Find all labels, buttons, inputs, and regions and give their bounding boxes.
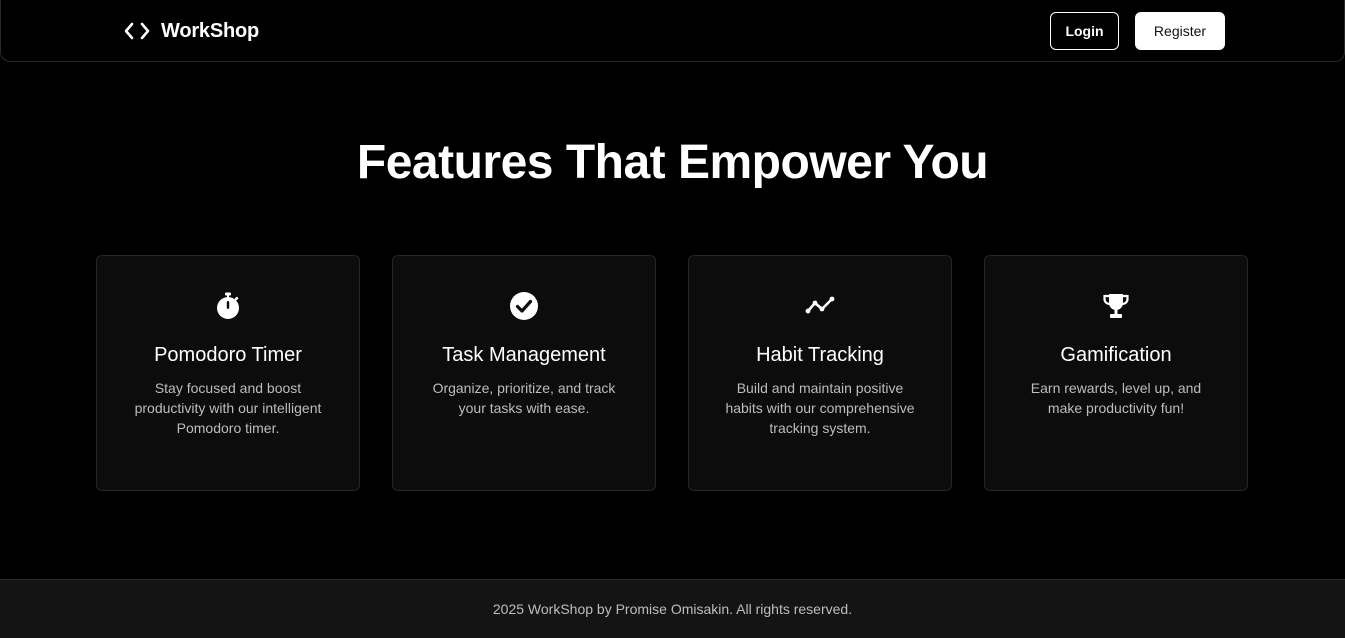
copyright-text: 2025 WorkShop by Promise Omisakin. All r… — [492, 601, 853, 617]
feature-card-habit-tracking: Habit Tracking Build and maintain positi… — [688, 255, 952, 491]
feature-description: Earn rewards, level up, and make product… — [1030, 380, 1202, 416]
trophy-icon — [985, 290, 1247, 322]
navbar: WorkShop Login Register — [0, 0, 1345, 62]
feature-card-task-management: Task Management Organize, prioritize, an… — [392, 255, 656, 491]
feature-description: Organize, prioritize, and track your tas… — [432, 380, 616, 416]
feature-title: Task Management — [442, 344, 606, 366]
brand-logo-link[interactable]: WorkShop — [123, 19, 259, 43]
feature-card-gamification: Gamification Earn rewards, level up, and… — [984, 255, 1248, 491]
code-brackets-icon — [124, 22, 150, 40]
footer: 2025 WorkShop by Promise Omisakin. All r… — [0, 579, 1345, 638]
feature-card-pomodoro: Pomodoro Timer Stay focused and boost pr… — [96, 255, 360, 491]
feature-title: Habit Tracking — [756, 344, 884, 366]
check-circle-icon — [393, 290, 655, 322]
trend-line-icon — [689, 290, 951, 322]
page-title: Features That Empower You — [356, 136, 989, 189]
feature-title: Gamification — [1060, 344, 1172, 366]
feature-description: Stay focused and boost productivity with… — [134, 380, 322, 436]
register-button[interactable]: Register — [1135, 12, 1225, 50]
feature-description: Build and maintain positive habits with … — [725, 380, 915, 436]
login-button[interactable]: Login — [1050, 12, 1119, 50]
feature-title: Pomodoro Timer — [154, 344, 302, 366]
stopwatch-icon — [97, 290, 359, 322]
brand-name: WorkShop — [161, 19, 260, 42]
